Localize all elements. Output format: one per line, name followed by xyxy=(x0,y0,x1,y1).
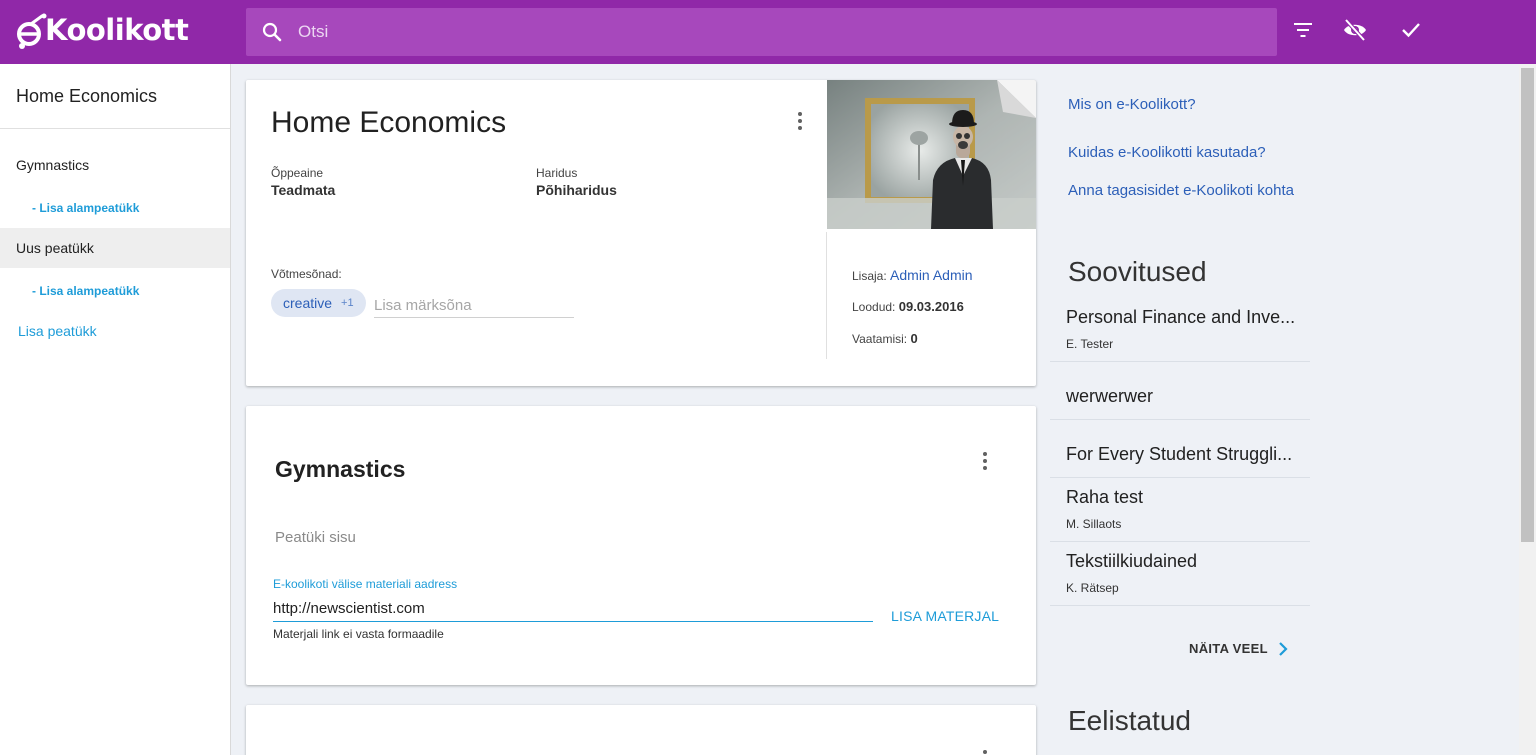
sidebar-item-uus-peatukk[interactable]: Uus peatükk xyxy=(0,228,230,268)
page-scrollbar[interactable] xyxy=(1519,64,1536,755)
keyword-more-count: +1 xyxy=(341,297,354,309)
app-logo[interactable]: Koolikott xyxy=(14,10,189,54)
check-icon xyxy=(1401,22,1421,43)
recommendation-author: K. Rätsep xyxy=(1066,581,1119,595)
help-link-how-to-use[interactable]: Kuidas e-Koolikotti kasutada? xyxy=(1068,143,1266,163)
created-label: Loodud: xyxy=(852,300,896,314)
search-input[interactable] xyxy=(298,8,1258,56)
add-chapter-link[interactable]: Lisa peatükk xyxy=(18,323,97,339)
recommendation-title: Tekstiilkiudained xyxy=(1066,551,1198,571)
scrollbar-thumb[interactable] xyxy=(1521,68,1534,542)
author-link[interactable]: Admin Admin xyxy=(890,267,972,283)
recommendation-author: M. Sillaots xyxy=(1066,517,1122,531)
keyword-chip-label: creative xyxy=(283,295,333,311)
more-vert-icon[interactable] xyxy=(798,112,802,130)
chapter-card xyxy=(246,705,1036,755)
logo-mark-icon xyxy=(14,12,48,52)
add-subchapter-link[interactable]: - Lisa alampeatükk xyxy=(32,201,139,215)
add-material-button[interactable]: LISA MATERJAL xyxy=(891,608,999,624)
show-more-label: NÄITA VEEL xyxy=(1189,641,1268,656)
recommendation-title: For Every Student Struggli... xyxy=(1066,444,1293,464)
views-value: 0 xyxy=(910,331,918,346)
recommendation-title: Raha test xyxy=(1066,487,1144,507)
url-field-label: E-koolikoti välise materiali aadress xyxy=(273,577,458,591)
sidebar-divider xyxy=(0,128,230,129)
chapter-content-field[interactable]: Peatüki sisu xyxy=(275,529,356,546)
add-subchapter-link[interactable]: - Lisa alampeatükk xyxy=(32,284,139,298)
recommendation-author: E. Tester xyxy=(1066,337,1114,351)
created-value: 09.03.2016 xyxy=(898,299,964,314)
material-url-input[interactable] xyxy=(273,596,873,622)
recommendation-item[interactable]: Raha test M. Sillaots xyxy=(1050,478,1310,542)
added-by-label: Lisaja: xyxy=(852,269,887,283)
search-icon[interactable] xyxy=(262,22,282,42)
chapter-title[interactable]: Gymnastics xyxy=(275,456,405,483)
featured-heading: Eelistatud xyxy=(1068,705,1191,736)
views-line: Vaatamisi: 0 xyxy=(852,331,918,346)
subject-label: Õppeaine xyxy=(271,166,324,180)
recommendation-item[interactable]: Tekstiilkiudained K. Rätsep xyxy=(1050,542,1310,606)
recommendation-title: werwerwer xyxy=(1066,386,1154,406)
search-bar[interactable] xyxy=(246,8,1277,56)
recommendation-item[interactable]: Personal Finance and Inve... E. Tester xyxy=(1050,298,1310,362)
created-line: Loodud: 09.03.2016 xyxy=(852,299,964,314)
show-more-button[interactable]: NÄITA VEEL xyxy=(1189,641,1288,656)
material-card: Home Economics Õppeaine Teadmata Haridus… xyxy=(246,80,1036,386)
info-divider xyxy=(826,232,827,359)
help-link-feedback[interactable]: Anna tagasisidet e-Koolikoti kohta xyxy=(1068,181,1298,201)
top-app-bar: Koolikott xyxy=(0,0,1536,64)
keywords-label: Võtmesõnad: xyxy=(271,267,342,281)
recommendation-title: Personal Finance and Inve... xyxy=(1066,307,1296,327)
education-label: Haridus xyxy=(536,166,578,180)
recommendation-item[interactable]: werwerwer xyxy=(1050,362,1310,420)
filter-icon xyxy=(1294,22,1312,42)
views-label: Vaatamisi: xyxy=(852,332,908,346)
hide-button[interactable] xyxy=(1339,16,1371,48)
confirm-button[interactable] xyxy=(1395,16,1427,48)
recommendation-item[interactable]: For Every Student Struggli... xyxy=(1050,420,1310,478)
chevron-right-icon xyxy=(1278,641,1288,656)
subject-value: Teadmata xyxy=(271,182,336,198)
visibility-off-icon xyxy=(1343,18,1367,46)
keyword-chip[interactable]: creative +1 xyxy=(271,289,366,317)
help-link-what-is[interactable]: Mis on e-Koolikott? xyxy=(1068,95,1196,115)
cover-image xyxy=(827,80,1036,229)
more-vert-icon[interactable] xyxy=(983,750,987,755)
recommendations-heading: Soovitused xyxy=(1068,256,1207,287)
sidebar-item-gymnastics[interactable]: Gymnastics xyxy=(0,145,230,185)
education-value: Põhiharidus xyxy=(536,182,617,198)
keyword-input[interactable] xyxy=(374,294,574,318)
filter-button[interactable] xyxy=(1287,16,1319,48)
added-by-line: Lisaja: Admin Admin xyxy=(852,267,973,283)
chapter-card: Gymnastics Peatüki sisu E-koolikoti väli… xyxy=(246,406,1036,685)
chapter-sidebar: Home Economics Gymnastics - Lisa alampea… xyxy=(0,64,231,755)
sidebar-title[interactable]: Home Economics xyxy=(16,86,157,107)
url-error-message: Materjali link ei vasta formaadile xyxy=(273,627,444,641)
material-title: Home Economics xyxy=(271,106,507,139)
more-vert-icon[interactable] xyxy=(983,452,987,470)
logo-text: Koolikott xyxy=(45,13,189,47)
